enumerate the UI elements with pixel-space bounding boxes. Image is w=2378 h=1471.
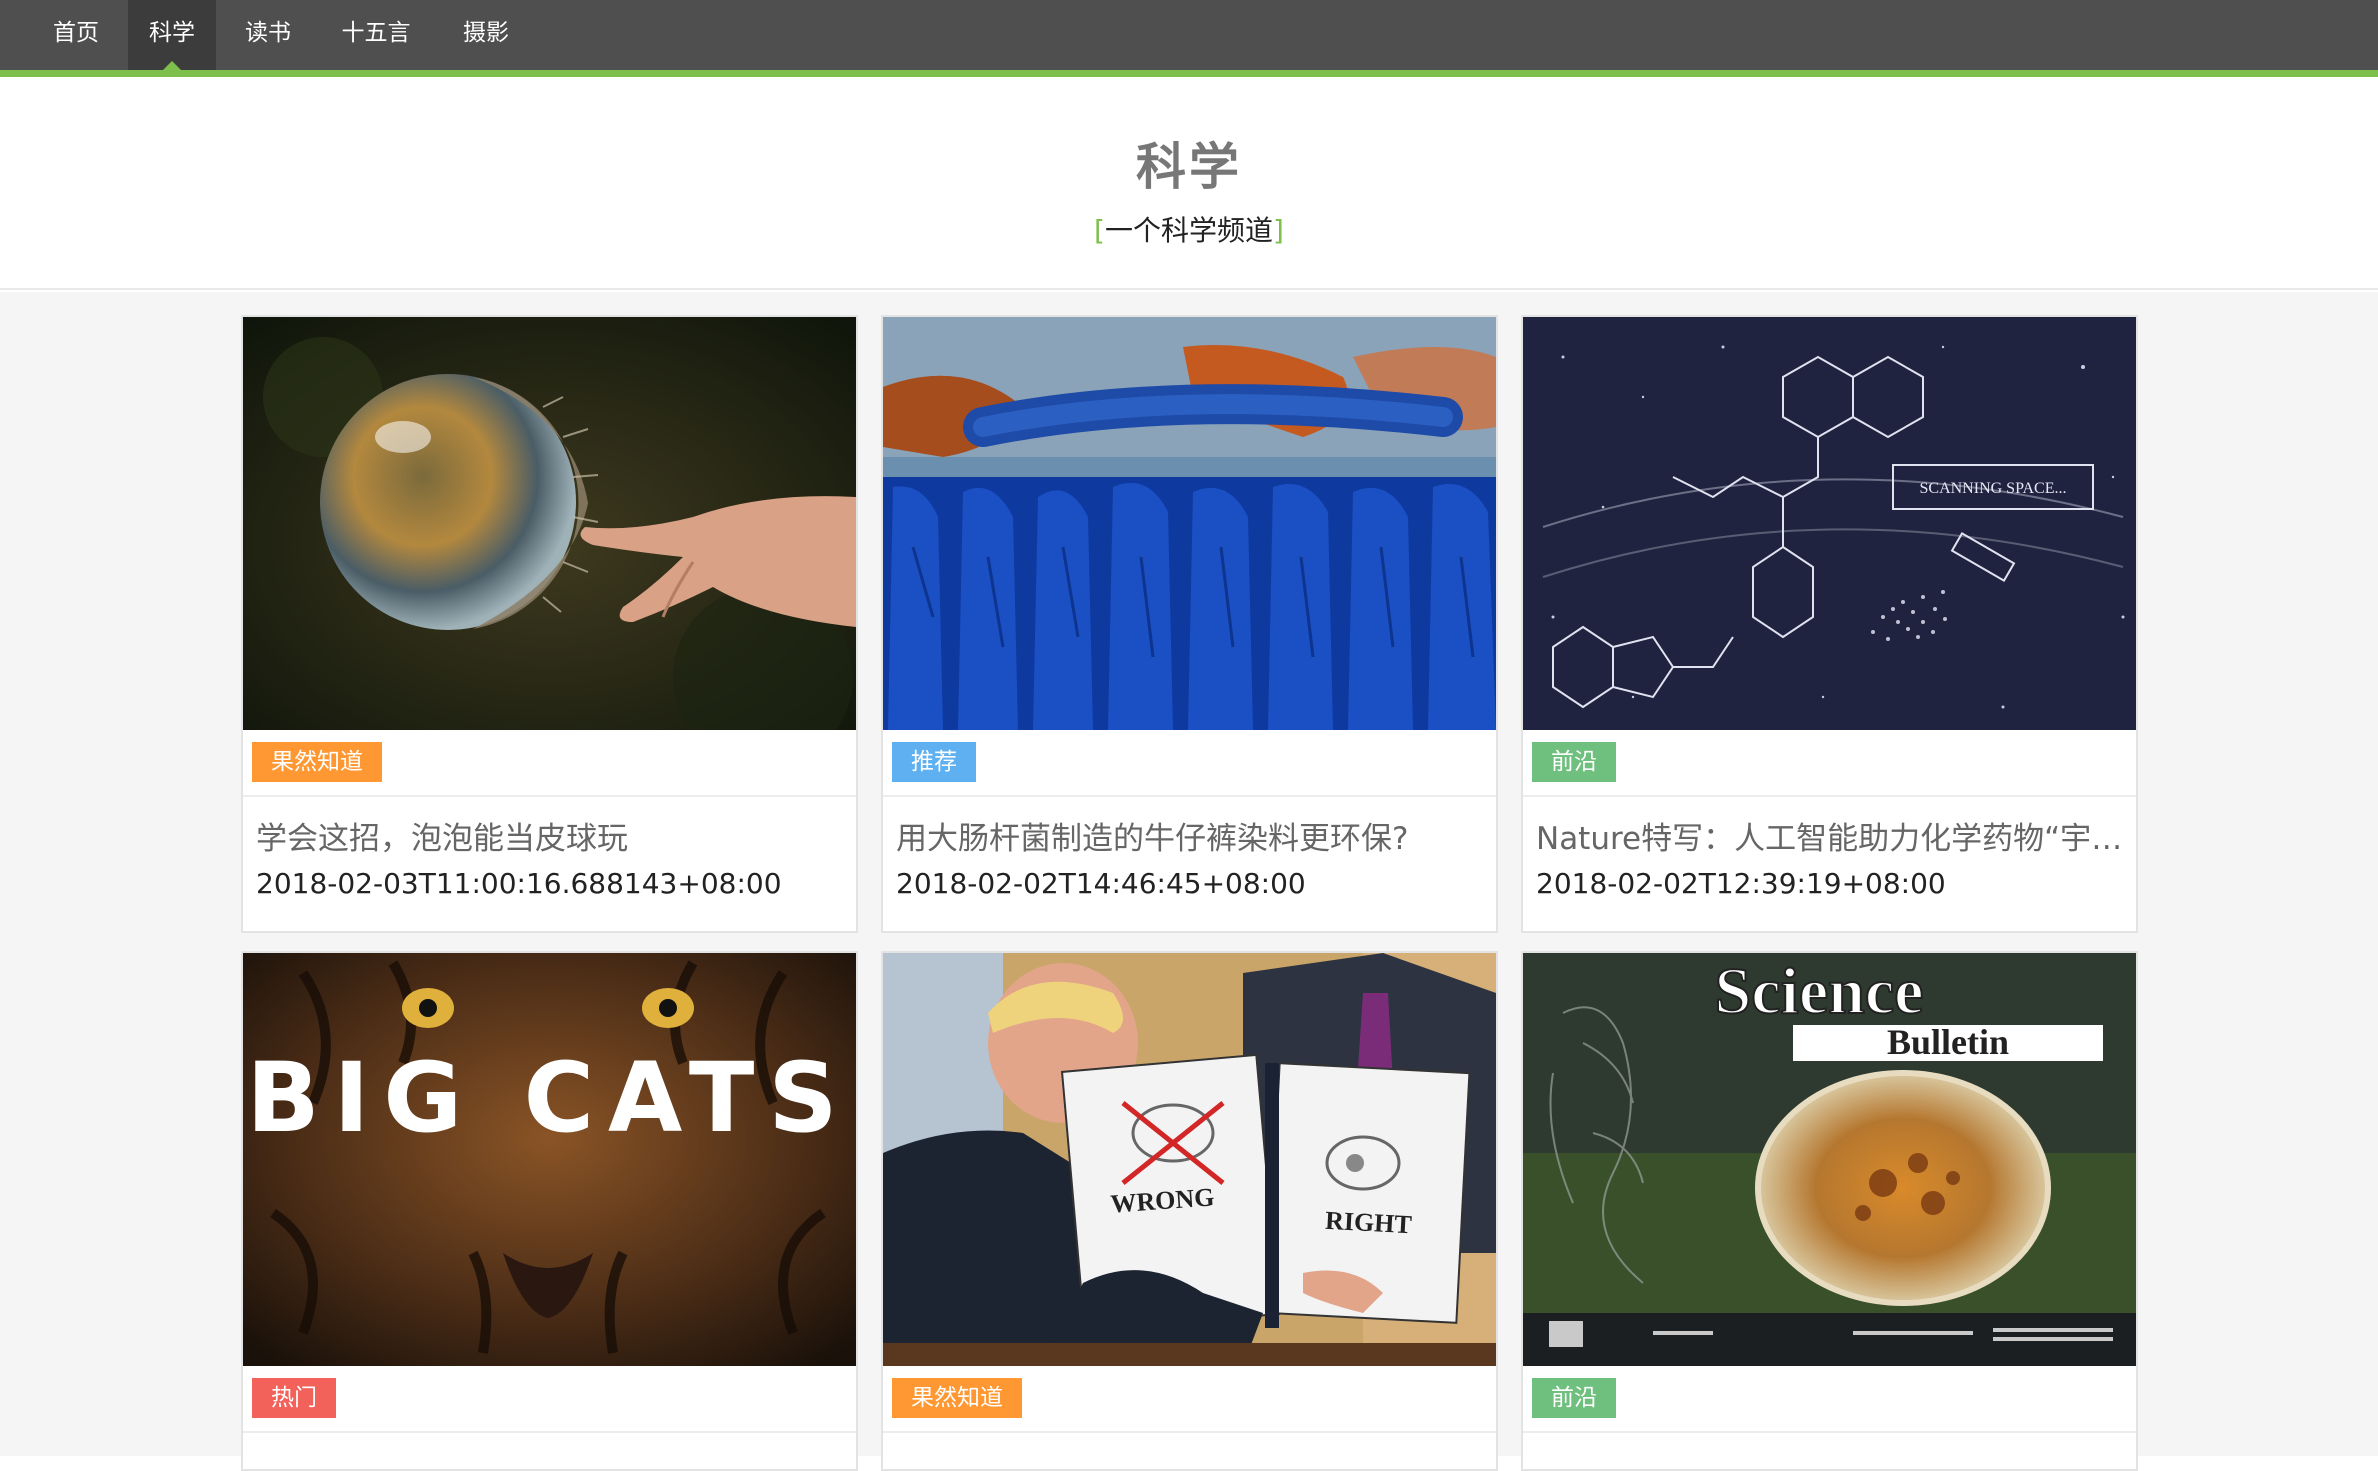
article-date: 2018-02-02T12:39:19+08:00: [1536, 867, 1946, 900]
nav-item-label: 十五言: [341, 20, 411, 46]
category-tag[interactable]: 果然知道: [892, 1378, 1022, 1418]
nav-item-label: 读书: [245, 20, 291, 46]
article-title[interactable]: Nature特写：人工智能助力化学药物“宇宙”探索: [1536, 813, 2131, 858]
article-title[interactable]: 学会这招，泡泡能当皮球玩: [256, 813, 851, 858]
article-date: 2018-02-03T11:00:16.688143+08:00: [256, 867, 782, 900]
nav-item-fifteen-words[interactable]: 十五言: [322, 0, 430, 70]
bubble-finger-photo[interactable]: [243, 317, 856, 730]
tag-row: 果然知道: [243, 730, 856, 797]
article-card[interactable]: Science Bulletin 前沿: [1521, 951, 2138, 1471]
article-title[interactable]: 用大肠杆菌制造的牛仔裤染料更环保?: [896, 813, 1491, 858]
blue-dyed-yarn-photo[interactable]: [883, 317, 1496, 730]
science-bulletin-cover[interactable]: Science Bulletin: [1523, 953, 2136, 1366]
channel-title: 科学: [1136, 138, 1242, 196]
wrong-right-sign-photo[interactable]: WRONG RIGHT: [883, 953, 1496, 1366]
subtitle-text: 一个科学频道: [1104, 214, 1273, 247]
nav-item-reading[interactable]: 读书: [220, 0, 316, 70]
nav-item-science[interactable]: 科学: [128, 0, 216, 70]
tiger-big-cats-photo[interactable]: BIG CATS: [243, 953, 856, 1366]
article-card[interactable]: WRONG RIGHT 果然知道: [881, 951, 1498, 1471]
article-card[interactable]: SCANNING SPACE... 前沿 Nature特写：人工智能助力化学药物…: [1521, 315, 2138, 933]
subtitle-bracket-close: ]: [1273, 214, 1284, 247]
active-indicator-caret: [163, 61, 181, 70]
channel-subtitle: [一个科学频道]: [0, 209, 2378, 249]
nav-item-label: 科学: [149, 20, 195, 46]
article-grid: 果然知道 学会这招，泡泡能当皮球玩 2018-02-03T11:00:16.68…: [0, 292, 2378, 1471]
tag-row: 果然知道: [883, 1366, 1496, 1433]
article-card[interactable]: 推荐 用大肠杆菌制造的牛仔裤染料更环保? 2018-02-02T14:46:45…: [881, 315, 1498, 933]
nav-accent-line: [0, 70, 2378, 77]
article-card[interactable]: 果然知道 学会这招，泡泡能当皮球玩 2018-02-03T11:00:16.68…: [241, 315, 858, 933]
category-tag[interactable]: 热门: [252, 1378, 336, 1418]
top-navigation-bar: 首页 科学 读书 十五言 摄影: [0, 0, 2378, 77]
nav-item-home[interactable]: 首页: [28, 0, 124, 70]
tag-row: 推荐: [883, 730, 1496, 797]
image-caption: BIG CATS: [246, 1042, 851, 1154]
chemical-constellation-illustration[interactable]: SCANNING SPACE...: [1523, 317, 2136, 730]
image-caption: Science: [1715, 955, 1924, 1028]
image-caption: RIGHT: [1324, 1206, 1412, 1239]
category-tag[interactable]: 推荐: [892, 742, 976, 782]
subtitle-bracket-open: [: [1094, 214, 1105, 247]
tag-row: 前沿: [1523, 1366, 2136, 1433]
svg-text:SCANNING SPACE...: SCANNING SPACE...: [1920, 480, 2067, 497]
category-tag[interactable]: 前沿: [1532, 1378, 1616, 1418]
category-tag[interactable]: 前沿: [1532, 742, 1616, 782]
nav-item-photography[interactable]: 摄影: [438, 0, 534, 70]
image-caption: Bulletin: [1887, 1022, 2009, 1062]
article-card[interactable]: BIG CATS 热门: [241, 951, 858, 1471]
category-tag[interactable]: 果然知道: [252, 742, 382, 782]
nav-item-label: 摄影: [463, 20, 509, 46]
nav-item-label: 首页: [53, 20, 99, 46]
tag-row: 前沿: [1523, 730, 2136, 797]
tag-row: 热门: [243, 1366, 856, 1433]
article-date: 2018-02-02T14:46:45+08:00: [896, 867, 1306, 900]
channel-header: 科学 [一个科学频道]: [0, 77, 2378, 290]
